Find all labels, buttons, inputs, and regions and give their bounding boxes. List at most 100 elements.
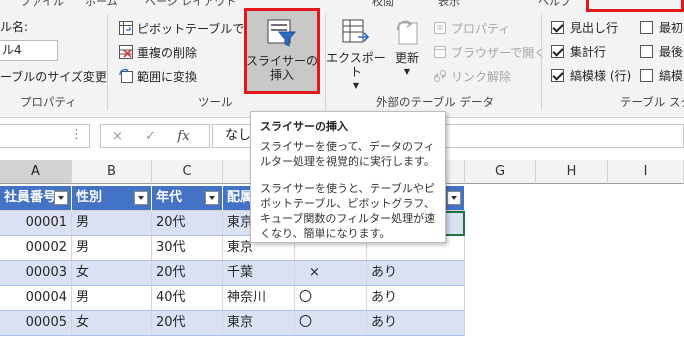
table-cell[interactable]: 〇 (295, 286, 367, 311)
total-row-checkbox[interactable]: 集計行 (551, 42, 606, 60)
tab-table-design-highlight[interactable] (586, 0, 684, 12)
table-cell[interactable]: 00003 (0, 261, 72, 286)
table-cell[interactable]: 〇 (295, 311, 367, 336)
group-divider (541, 14, 542, 110)
name-box[interactable]: ⋮ (0, 124, 90, 148)
remove-duplicates-button[interactable]: 重複の削除 (118, 42, 197, 62)
table-cell[interactable]: 00001 (0, 211, 72, 236)
tab-view[interactable]: 表示 (438, 0, 460, 8)
header-row-checkbox[interactable]: 見出し行 (551, 18, 618, 36)
chevron-down-icon: ▼ (403, 67, 411, 76)
insert-slicer-tooltip: スライサーの挿入 スライサーを使って、データのフィルター処理を視覚的に実行します… (250, 111, 446, 243)
insert-slicer-label-1: スライサーの (245, 54, 318, 68)
column-header-h[interactable]: H (536, 160, 608, 184)
cancel-icon[interactable]: × (101, 129, 134, 144)
checkbox-unchecked-icon (640, 68, 653, 82)
export-label: エクスポート (326, 51, 386, 79)
checkbox-checked-icon (551, 20, 564, 34)
banded-rows-checkbox[interactable]: 縞模様 (行) (551, 66, 631, 84)
enter-icon[interactable]: ✓ (134, 129, 167, 144)
first-column-checkbox[interactable]: 最初 (640, 18, 683, 36)
tools-group-label: ツール (198, 95, 233, 109)
column-header-a[interactable]: A (0, 160, 72, 184)
column-header-i[interactable]: I (608, 160, 684, 184)
table-cell[interactable]: 男 (72, 236, 152, 261)
column-header-c[interactable]: C (152, 160, 223, 184)
table-cell[interactable]: 00004 (0, 286, 72, 311)
header-text: 社員番号 (4, 190, 57, 205)
first-column-label: 最初 (659, 20, 684, 35)
banded-rows-label: 縞模様 (行) (570, 68, 632, 83)
refresh-button[interactable]: 更新 ▼ (389, 18, 425, 79)
ribbon-tabs: ファイル ホーム ページ レイアウト 校閲 表示 ヘルプ (0, 0, 684, 8)
export-button[interactable]: エクスポート ▼ (325, 18, 387, 93)
convert-to-range-label: 範囲に変換 (137, 69, 198, 84)
table-cell[interactable]: 30代 (152, 236, 223, 261)
export-icon (341, 18, 371, 49)
column-header-g[interactable]: G (465, 160, 536, 184)
tooltip-description: スライサーを使って、データのフィルター処理を視覚的に実行します。 (260, 140, 435, 168)
resize-table-label: ーブルのサイズ変更 (0, 69, 107, 84)
checkbox-unchecked-icon (640, 44, 653, 58)
external-properties-label: プロパティ (451, 21, 511, 36)
unlink-button[interactable]: リンク解除 (432, 66, 511, 86)
banded-columns-label: 縞模 (659, 68, 684, 83)
table-cell[interactable]: 千葉 (223, 261, 295, 286)
table-cell[interactable]: 女 (72, 261, 152, 286)
table-cell[interactable]: 女 (72, 311, 152, 336)
column-header-b[interactable]: B (72, 160, 152, 184)
table-header-cell[interactable]: 年代 (152, 186, 223, 211)
filter-dropdown-icon[interactable] (447, 191, 461, 205)
kebab-icon: ⋮ (70, 127, 83, 142)
insert-slicer-label-2: 挿入 (269, 68, 294, 82)
open-in-browser-label: ブラウザーで開く (451, 45, 547, 60)
checkbox-unchecked-icon (640, 20, 653, 34)
pivot-table-icon (118, 20, 134, 36)
convert-to-range-button[interactable]: 範囲に変換 (118, 66, 197, 86)
insert-function-icon[interactable]: fx (167, 129, 200, 144)
last-column-checkbox[interactable]: 最後 (640, 42, 683, 60)
filter-dropdown-icon[interactable] (54, 191, 68, 205)
checkbox-checked-icon (551, 44, 564, 58)
table-cell[interactable]: 東京 (223, 311, 295, 336)
open-in-browser-button[interactable]: ブラウザーで開く (432, 42, 546, 62)
table-cell[interactable]: 神奈川 (223, 286, 295, 311)
table-name-input[interactable]: ル4 (0, 40, 58, 61)
checkbox-checked-icon (551, 68, 564, 82)
table-cell[interactable]: 男 (72, 211, 152, 236)
table-cell[interactable]: 00005 (0, 311, 72, 336)
table-cell[interactable]: あり (367, 261, 465, 286)
table-cell[interactable]: あり (367, 311, 465, 336)
tab-file[interactable]: ファイル (20, 0, 64, 8)
filter-dropdown-icon[interactable] (205, 191, 219, 205)
table-cell[interactable]: 男 (72, 286, 152, 311)
formula-buttons: × ✓ fx (100, 124, 210, 148)
insert-slicer-content: スライサーの 挿入 (244, 19, 320, 82)
table-cell[interactable]: 20代 (152, 211, 223, 236)
table-header-cell[interactable]: 性別 (72, 186, 152, 211)
external-group-label: 外部のテーブル データ (376, 95, 494, 109)
browser-icon (432, 44, 448, 60)
table-cell[interactable]: × (295, 261, 367, 286)
ribbon: ファイル ホーム ページ レイアウト 校閲 表示 ヘルプ ル名: ル4 ーブルの… (0, 0, 684, 118)
table-cell[interactable]: 40代 (152, 286, 223, 311)
refresh-icon (393, 18, 421, 49)
tab-help[interactable]: ヘルプ (538, 0, 571, 8)
tab-page-layout[interactable]: ページ レイアウト (145, 0, 236, 8)
table-cell[interactable]: 20代 (152, 261, 223, 286)
resize-table-button[interactable]: ーブルのサイズ変更 (0, 66, 107, 86)
tab-review[interactable]: 校閲 (372, 0, 394, 8)
table-header-cell[interactable]: 社員番号 (0, 186, 72, 211)
table-style-options-group-label: テーブル スタ (620, 95, 684, 109)
properties-group-label: プロパティ (20, 95, 77, 109)
table-cell[interactable]: あり (367, 286, 465, 311)
filter-dropdown-icon[interactable] (134, 191, 148, 205)
table-cell[interactable]: 20代 (152, 311, 223, 336)
tab-home[interactable]: ホーム (85, 0, 118, 8)
insert-slicer-button[interactable]: スライサーの 挿入 (244, 8, 320, 94)
external-properties-button[interactable]: プロパティ (432, 18, 510, 38)
slicer-icon (267, 19, 297, 50)
banded-columns-checkbox[interactable]: 縞模 (640, 66, 683, 84)
table-cell[interactable]: 00002 (0, 236, 72, 261)
remove-duplicates-icon (118, 44, 134, 60)
